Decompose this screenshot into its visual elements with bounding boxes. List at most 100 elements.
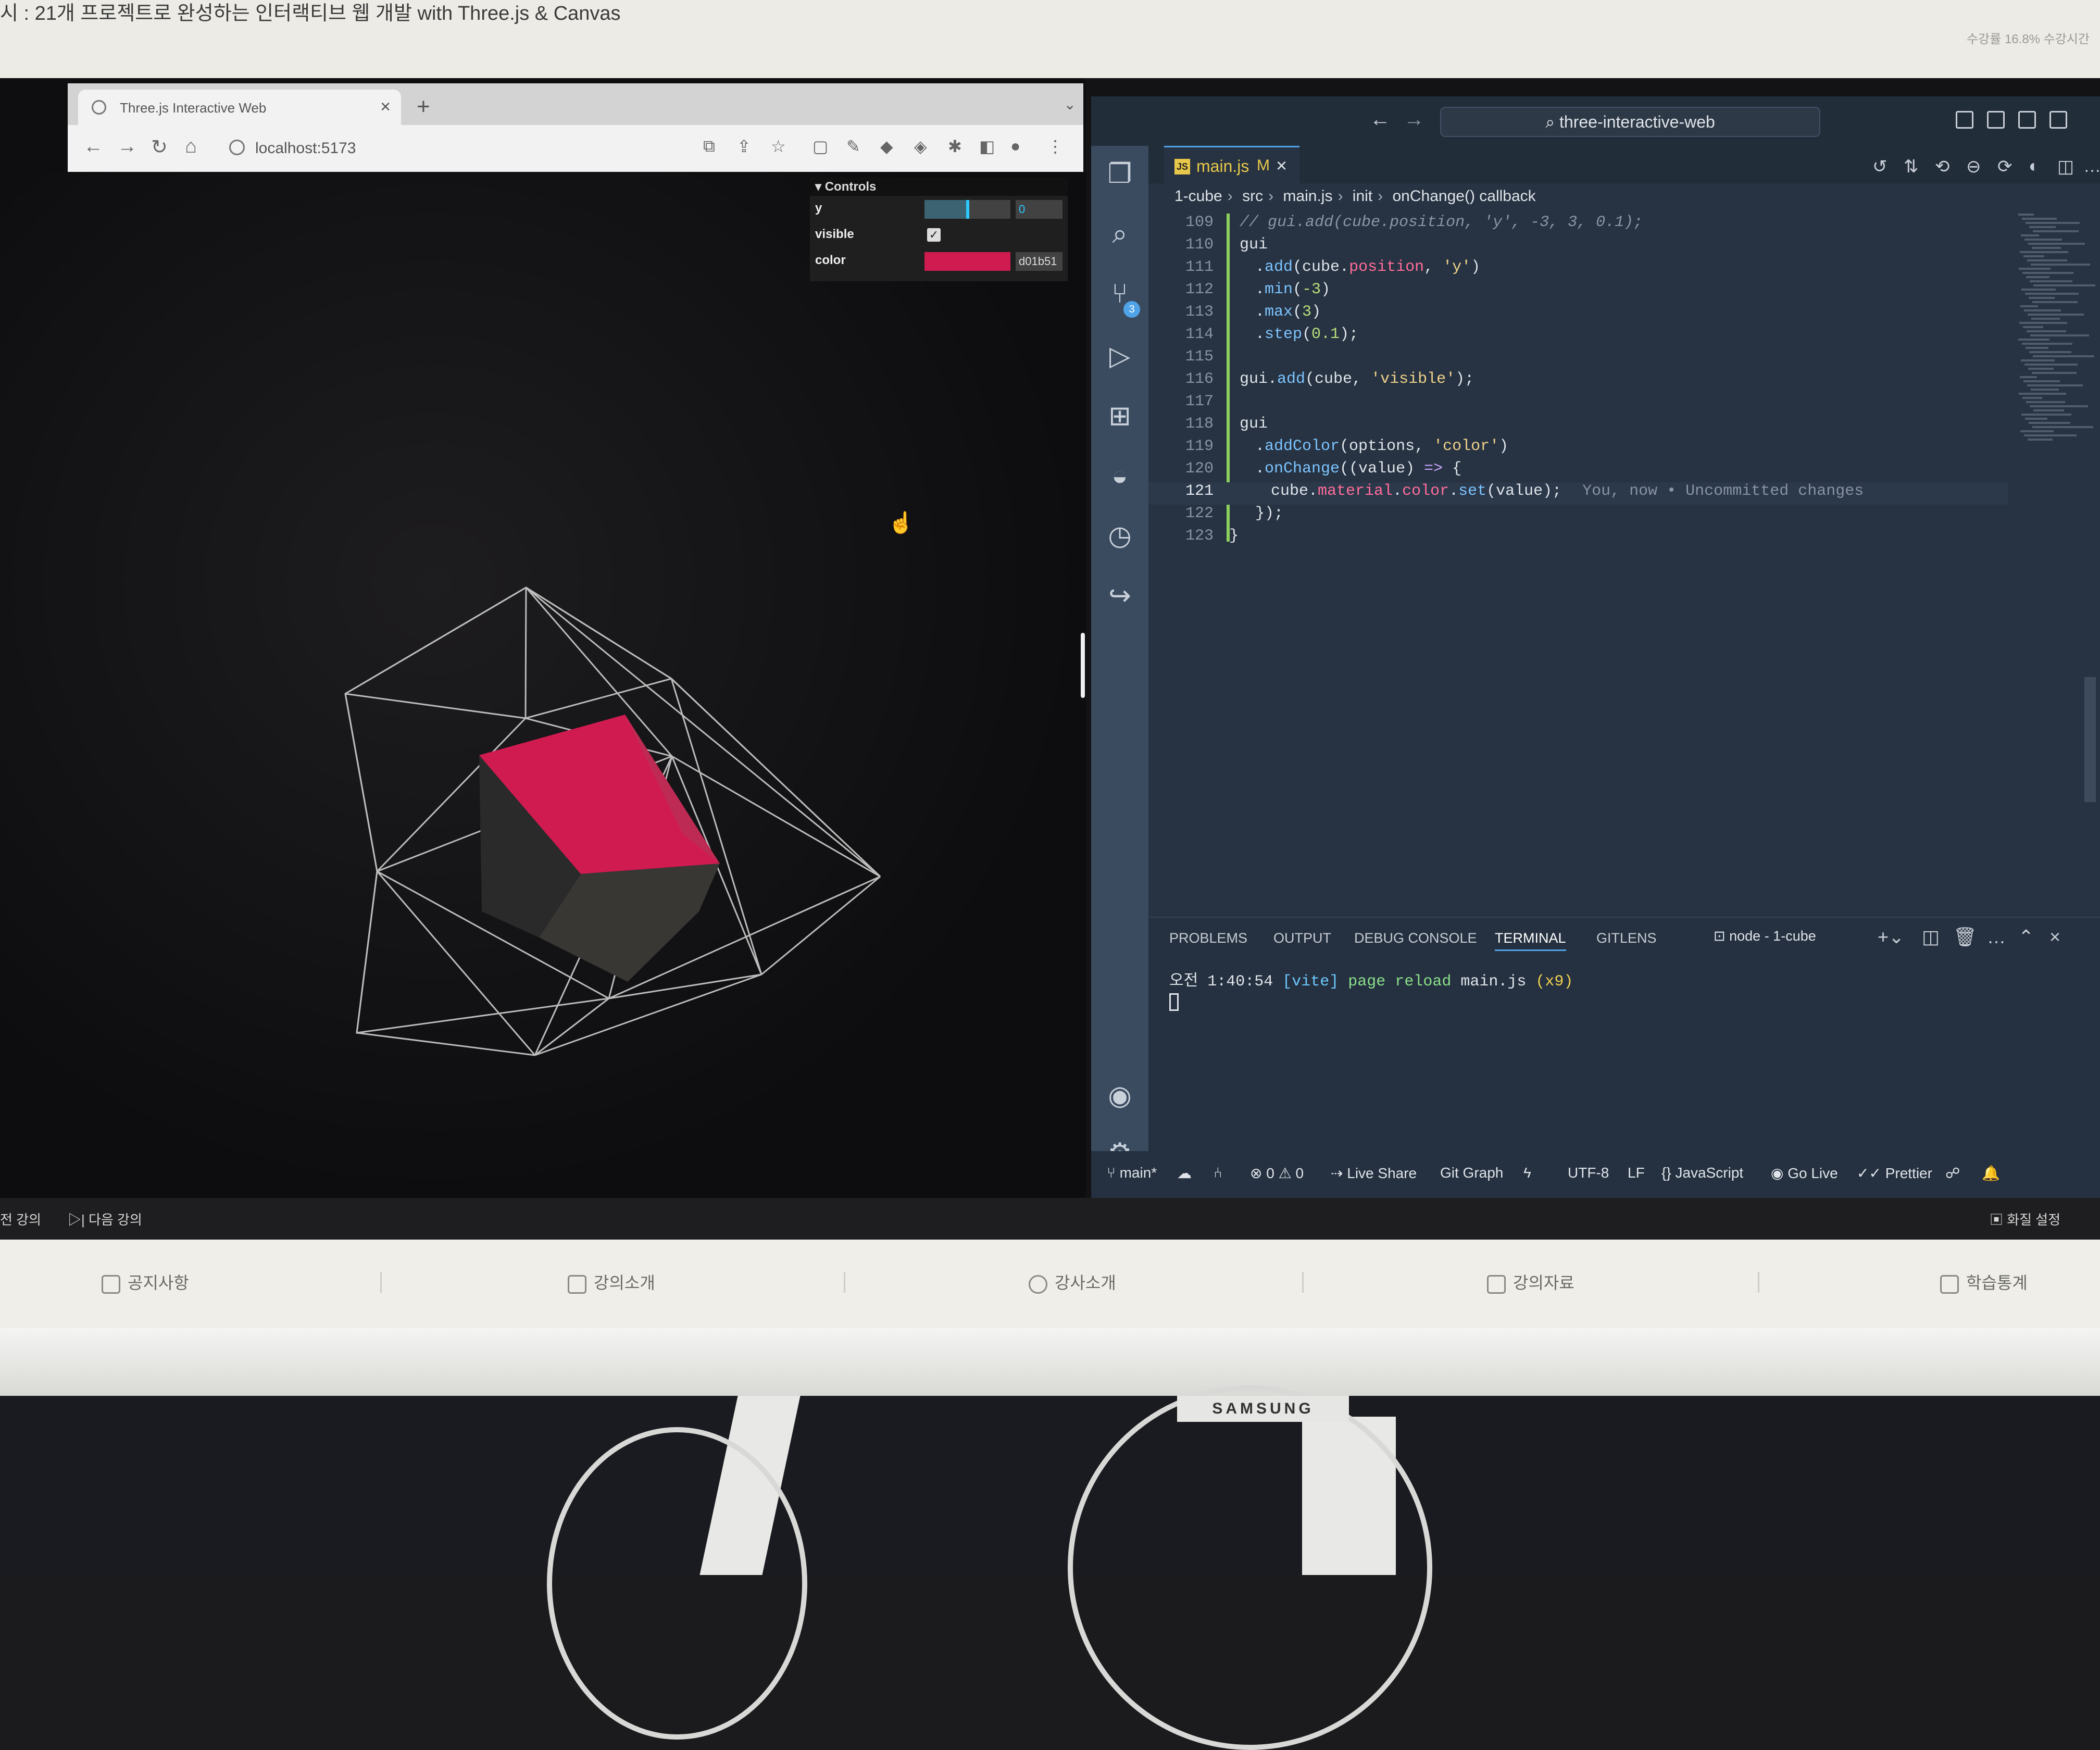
code-line[interactable]: 122});: [1148, 505, 2008, 527]
course-intro-menu-item[interactable]: 강의소개: [568, 1270, 655, 1294]
side-panel-icon[interactable]: ◧: [979, 136, 995, 156]
color-swatch[interactable]: [924, 252, 1010, 271]
threejs-viewport[interactable]: ▾ Controls y 0 visible ✓ color d01b51 ☝: [0, 172, 1086, 1198]
trash-icon[interactable]: 🗑: [1953, 926, 1977, 948]
code-line[interactable]: 118 gui: [1148, 415, 2008, 438]
forward-arrow-icon[interactable]: →: [117, 135, 137, 158]
back-arrow-icon[interactable]: ←: [83, 135, 103, 158]
share-icon[interactable]: ⇪: [737, 136, 751, 156]
avatar[interactable]: ●: [1010, 136, 1020, 156]
git-graph-button[interactable]: Git Graph: [1440, 1165, 1503, 1181]
address-bar[interactable]: localhost:5173: [224, 132, 745, 164]
extension-icon[interactable]: ◈: [914, 136, 927, 156]
y-slider[interactable]: [924, 200, 1010, 219]
tab-terminal[interactable]: TERMINAL: [1495, 930, 1566, 951]
split-view-handle[interactable]: [1081, 633, 1085, 698]
code-line[interactable]: 123}: [1148, 527, 2008, 549]
encoding-indicator[interactable]: UTF-8: [1568, 1165, 1609, 1181]
prev-lecture-button[interactable]: 전 강의: [0, 1209, 41, 1229]
info-icon[interactable]: [229, 140, 245, 155]
kebab-menu-icon[interactable]: ⋮: [1047, 136, 1064, 156]
go-live-button[interactable]: ◉ Go Live: [1771, 1165, 1838, 1182]
puzzle-icon[interactable]: ✱: [948, 136, 962, 156]
y-slider-thumb[interactable]: [966, 200, 969, 219]
code-line[interactable]: 115: [1148, 348, 2008, 370]
close-icon[interactable]: ×: [2049, 926, 2060, 948]
next-lecture-button[interactable]: ▷| 다음 강의: [68, 1209, 142, 1229]
tab-problems[interactable]: PROBLEMS: [1169, 930, 1247, 946]
color-hex-input[interactable]: d01b51: [1016, 252, 1062, 271]
toggle-sidebar-icon[interactable]: [1956, 111, 1973, 129]
bookmark-star-icon[interactable]: ☆: [771, 136, 786, 156]
close-icon[interactable]: ×: [1276, 155, 1287, 177]
editor-scrollbar[interactable]: [2084, 677, 2096, 802]
browser-tab[interactable]: Three.js Interactive Web ×: [78, 90, 401, 125]
terminal-selector[interactable]: ⊡ node - 1-cube: [1714, 928, 1816, 944]
toggle-secondary-sidebar-icon[interactable]: [2018, 111, 2036, 129]
split-terminal-icon[interactable]: ◫: [1922, 926, 1940, 948]
branch-indicator[interactable]: ⑂ main*: [1107, 1165, 1157, 1181]
tab-main-js[interactable]: JS main.js M ×: [1164, 146, 1299, 183]
next-change-icon[interactable]: ⟳: [1997, 156, 2013, 177]
extension-icon[interactable]: ▢: [813, 136, 828, 156]
maximize-panel-icon[interactable]: ⌃: [2018, 926, 2034, 948]
search-icon[interactable]: ⌕: [1105, 219, 1135, 249]
quality-settings-button[interactable]: ▣ 화질 설정: [1990, 1209, 2060, 1229]
live-share-icon[interactable]: ↪: [1105, 581, 1135, 611]
extension-icon[interactable]: ◆: [880, 136, 893, 156]
code-line[interactable]: 119 .addColor(options, 'color'): [1148, 438, 2008, 460]
code-line[interactable]: 120 .onChange((value) => {: [1148, 460, 2008, 482]
forward-arrow-icon[interactable]: →: [1404, 108, 1424, 131]
toggle-panel-icon[interactable]: [1987, 111, 2005, 129]
timeline-icon[interactable]: ↺: [1872, 156, 1888, 177]
instructor-menu-item[interactable]: 강사소개: [1029, 1270, 1116, 1294]
lightning-icon[interactable]: ϟ: [1523, 1165, 1531, 1181]
new-tab-button[interactable]: +: [417, 94, 430, 120]
code-line[interactable]: 116 gui.add(cube, 'visible');: [1148, 370, 2008, 393]
code-line[interactable]: 114 .step(0.1);: [1148, 326, 2008, 348]
minimap[interactable]: [2018, 214, 2096, 458]
reload-icon[interactable]: ↻: [151, 135, 168, 159]
breadcrumb-file[interactable]: main.js: [1283, 188, 1332, 205]
docker-icon[interactable]: ◒: [1105, 461, 1135, 491]
feedback-icon[interactable]: ☍: [1945, 1165, 1960, 1182]
visible-checkbox[interactable]: ✓: [927, 228, 941, 242]
gitlens-icon[interactable]: ◷: [1105, 521, 1135, 551]
breadcrumb-folder[interactable]: 1-cube: [1174, 188, 1222, 205]
translate-icon[interactable]: ⧉: [703, 136, 715, 156]
stats-menu-item[interactable]: 학습통계: [1940, 1270, 2028, 1294]
gui-title[interactable]: ▾ Controls: [810, 177, 1068, 196]
sync-icon[interactable]: ☁: [1177, 1165, 1192, 1182]
breadcrumb-symbol[interactable]: init: [1353, 188, 1372, 205]
code-editor[interactable]: 109 // gui.add(cube.position, 'y', -3, 3,…: [1148, 214, 2008, 552]
notice-menu-item[interactable]: 공지사항: [102, 1270, 189, 1294]
code-line[interactable]: 117: [1148, 393, 2008, 415]
code-line[interactable]: 121 cube.material.color.set(value); You, n…: [1148, 482, 2008, 505]
home-icon[interactable]: ⌂: [185, 135, 197, 158]
more-actions-icon[interactable]: …: [2083, 156, 2100, 177]
compare-changes-icon[interactable]: ⇅: [1904, 156, 1919, 177]
code-line[interactable]: 110 gui: [1148, 236, 2008, 258]
blame-toggle-icon[interactable]: ◐: [2029, 156, 2040, 177]
code-line[interactable]: 112 .min(-3): [1148, 281, 2008, 303]
git-fetch-icon[interactable]: ⑃: [1214, 1165, 1222, 1181]
terminal-output[interactable]: 오전 1:40:54 [vite] page reload main.js (x…: [1169, 967, 1573, 991]
chevron-down-icon[interactable]: ⌄: [1064, 96, 1076, 113]
customize-layout-icon[interactable]: [2049, 111, 2067, 129]
tab-gitlens[interactable]: GITLENS: [1596, 930, 1657, 946]
account-icon[interactable]: ◉: [1105, 1081, 1135, 1111]
breadcrumb-folder[interactable]: src: [1242, 188, 1263, 205]
back-arrow-icon[interactable]: ←: [1370, 108, 1391, 131]
bell-icon[interactable]: 🔔: [1982, 1165, 2000, 1182]
breadcrumb-symbol[interactable]: onChange() callback: [1393, 188, 1536, 205]
close-icon[interactable]: ×: [380, 97, 391, 117]
materials-menu-item[interactable]: 강의자료: [1487, 1270, 1574, 1294]
previous-change-icon[interactable]: ⟲: [1935, 156, 1950, 177]
tab-debug-console[interactable]: DEBUG CONSOLE: [1354, 930, 1477, 946]
code-line[interactable]: 113 .max(3): [1148, 303, 2008, 326]
new-terminal-icon[interactable]: +⌄: [1878, 926, 1904, 948]
split-editor-icon[interactable]: ◫: [2057, 156, 2074, 177]
eol-indicator[interactable]: LF: [1628, 1165, 1645, 1181]
commit-icon[interactable]: ⊖: [1966, 156, 1981, 177]
prettier-button[interactable]: ✓✓ Prettier: [1857, 1165, 1932, 1182]
